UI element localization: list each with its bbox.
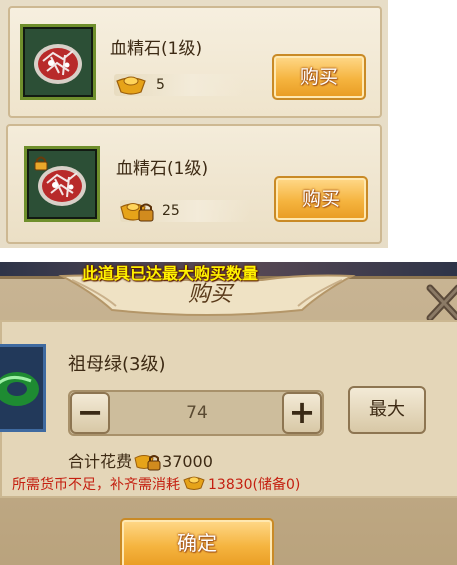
price-bar: 25 [120,200,250,222]
locked-gold-ingot-icon [120,203,154,222]
item-price: 25 [162,203,180,219]
buy-button[interactable]: 购买 [274,176,368,222]
total-label: 合计花费 [68,452,133,471]
buy-button[interactable]: 购买 [272,54,366,100]
total-value: 37000 [162,452,213,471]
price-bar: 5 [114,74,244,96]
quantity-input[interactable]: 74 [114,392,280,434]
item-price: 5 [156,77,165,93]
shop-item-card: 血精石(1级) 25 购买 [6,124,382,244]
gold-ingot-icon [183,476,205,490]
blood-essence-stone-icon[interactable] [24,146,100,222]
minus-button[interactable]: − [70,392,110,434]
emerald-jade-icon [0,344,46,432]
total-cost: 合计花费 37000 [68,448,213,472]
item-name: 血精石(1级) [116,159,209,179]
locked-gold-ingot-icon [134,455,161,471]
warning-text: 所需货币不足，补齐需消耗 [12,477,180,493]
plus-button[interactable]: + [282,392,322,434]
shop-item-card: 血精石(1级) 5 购买 [8,6,382,118]
gold-ingot-icon [116,76,146,95]
dialog-item-name: 祖母绿(3级) [68,354,166,375]
quantity-stepper: − 74 + [68,390,324,436]
shop-panel: 血精石(1级) 5 购买 血精石(1级) 25 购买 [0,0,388,248]
max-button[interactable]: 最大 [348,386,426,434]
max-quantity-notice: 此道具已达最大购买数量 [82,264,259,283]
insufficient-currency-warning: 所需货币不足，补齐需消耗 13830(储备0) [12,474,300,494]
item-name: 血精石(1级) [110,39,203,59]
warning-value: 13830(储备0) [208,477,301,493]
blood-essence-stone-icon[interactable] [20,24,96,100]
purchase-dialog: 购买 此道具已达最大购买数量 祖母绿(3级) − 74 + 最大 合计花费 37… [0,262,457,565]
lock-icon [34,156,48,171]
confirm-button[interactable]: 确定 [120,518,274,565]
